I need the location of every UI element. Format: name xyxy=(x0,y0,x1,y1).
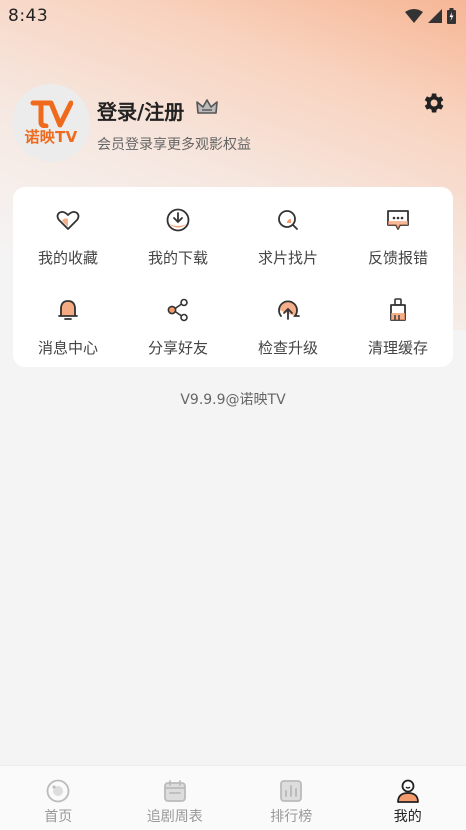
grid-item-messages[interactable]: 消息中心 xyxy=(13,277,123,367)
function-grid: 我的收藏 我的下载 求片找片 反馈报错 消息中心 分享好友 检查升级 清理缓存 xyxy=(13,187,453,367)
settings-gear-icon[interactable] xyxy=(420,90,446,116)
login-register-link[interactable]: 登录/注册 xyxy=(97,96,184,125)
grid-item-request-film[interactable]: 求片找片 xyxy=(233,187,343,277)
avatar[interactable]: 诺映TV xyxy=(12,84,90,162)
grid-item-label: 检查升级 xyxy=(257,339,318,357)
grid-item-label: 求片找片 xyxy=(257,249,318,267)
status-icons xyxy=(405,8,456,24)
tab-label: 追剧周表 xyxy=(146,809,203,825)
download-icon xyxy=(166,208,190,232)
crown-icon xyxy=(196,99,218,114)
feedback-icon xyxy=(387,210,409,230)
tab-label: 我的 xyxy=(393,809,422,825)
profile-icon xyxy=(396,779,419,803)
status-time: 8:43 xyxy=(8,6,49,26)
tab-label: 排行榜 xyxy=(270,809,313,825)
version-text: V9.9.9@诺映TV xyxy=(180,392,286,408)
bottom-tab-bar: 首页 追剧周表 排行榜 我的 xyxy=(0,765,466,830)
grid-item-clear-cache[interactable]: 清理缓存 xyxy=(343,277,453,367)
chart-icon xyxy=(280,780,303,802)
tab-home[interactable]: 首页 xyxy=(0,766,117,830)
calendar-icon xyxy=(163,780,186,802)
battery-icon xyxy=(447,8,456,24)
grid-item-label: 我的收藏 xyxy=(37,249,98,267)
logo-icon xyxy=(30,100,73,128)
grid-item-label: 分享好友 xyxy=(147,339,208,357)
grid-item-label: 反馈报错 xyxy=(367,249,428,267)
avatar-brand-text: 诺映TV xyxy=(24,127,78,146)
home-icon xyxy=(46,779,70,803)
upgrade-icon xyxy=(278,300,300,320)
grid-item-label: 清理缓存 xyxy=(367,339,428,357)
vip-subtitle: 会员登录享更多观影权益 xyxy=(97,137,251,153)
tab-schedule[interactable]: 追剧周表 xyxy=(117,766,234,830)
tab-mine[interactable]: 我的 xyxy=(350,766,466,830)
grid-item-favorites[interactable]: 我的收藏 xyxy=(13,187,123,277)
wifi-icon xyxy=(405,9,423,23)
search-film-icon xyxy=(278,210,298,230)
bell-icon xyxy=(58,300,78,320)
share-icon xyxy=(167,298,188,322)
grid-item-label: 消息中心 xyxy=(37,339,98,357)
grid-item-label: 我的下载 xyxy=(147,249,208,267)
tab-ranking[interactable]: 排行榜 xyxy=(233,766,350,830)
broom-icon xyxy=(390,298,406,321)
grid-item-downloads[interactable]: 我的下载 xyxy=(123,187,233,277)
grid-item-feedback[interactable]: 反馈报错 xyxy=(343,187,453,277)
signal-icon xyxy=(428,9,442,23)
heart-icon xyxy=(56,210,80,230)
profile-header: 诺映TV 登录/注册 会员登录享更多观影权益 xyxy=(12,84,454,164)
grid-item-share[interactable]: 分享好友 xyxy=(123,277,233,367)
grid-item-upgrade[interactable]: 检查升级 xyxy=(233,277,343,367)
status-bar: 8:43 xyxy=(0,0,466,32)
tab-label: 首页 xyxy=(44,809,73,825)
